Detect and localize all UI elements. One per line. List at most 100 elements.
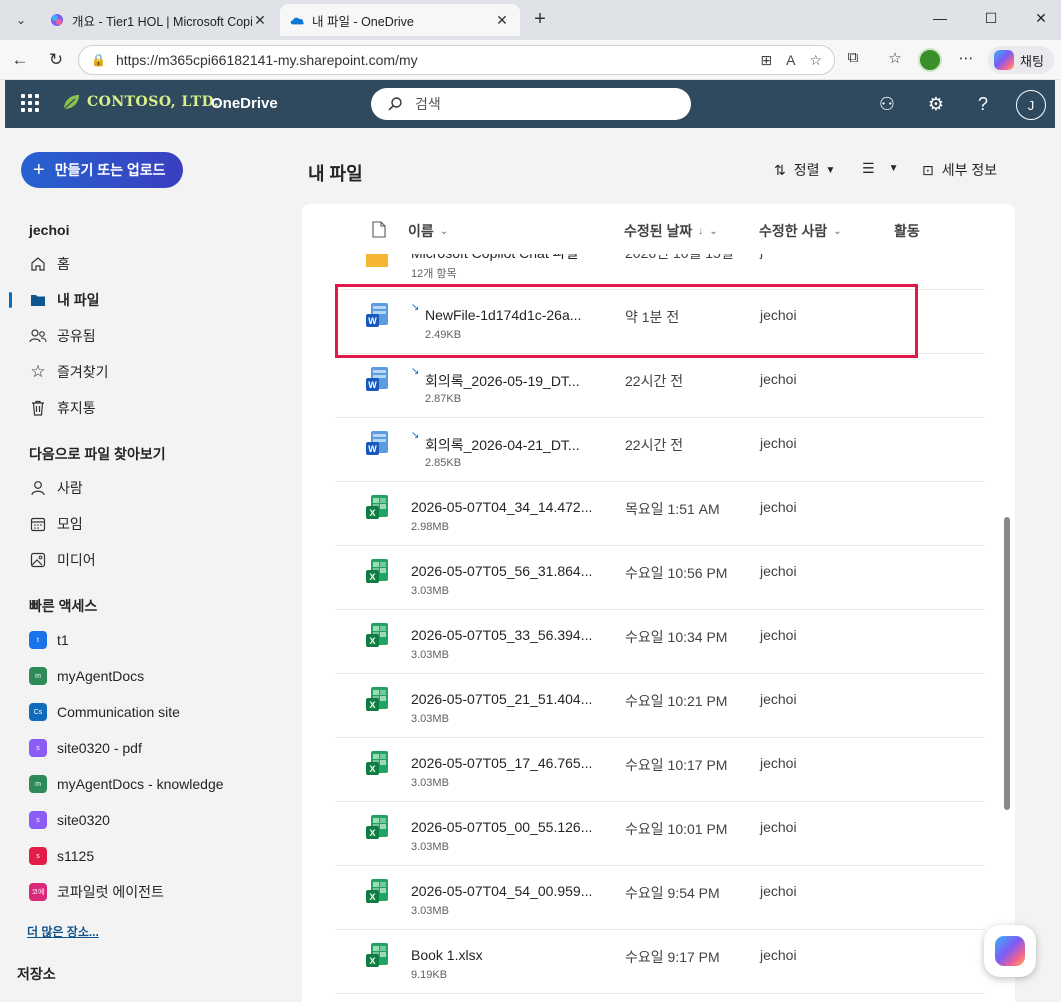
quick-access-site0320[interactable]: s site0320 (29, 808, 110, 832)
extensions-icon[interactable]: ⧉ (842, 49, 864, 66)
table-row[interactable]: W ↘ 회의록_2026-04-21_DT... 2.85KB 22시간 전 jechoi (335, 418, 985, 482)
copilot-favicon-icon (51, 14, 63, 26)
table-row[interactable]: X 2026-05-07T04_34_14.472... 2.98MB 목요일 1:5… (335, 482, 985, 546)
tab-actions-menu-icon[interactable]: ⌄ (8, 7, 34, 33)
help-icon[interactable]: ? (971, 92, 995, 116)
modified-by[interactable]: jechoi (760, 435, 797, 451)
column-header-activity[interactable]: 활동 (894, 221, 920, 241)
file-name[interactable]: 2026-05-07T04_34_14.472... (411, 499, 592, 515)
quick-access-myagentdocs-knowledge[interactable]: m myAgentDocs - knowledge (29, 772, 224, 796)
svg-text:W: W (368, 444, 377, 454)
file-name[interactable]: 2026-05-07T05_33_56.394... (411, 627, 592, 643)
share-feed-icon[interactable]: ⚇ (875, 92, 899, 116)
minimize-icon[interactable]: — (930, 10, 950, 26)
svg-text:X: X (369, 636, 375, 646)
sort-button[interactable]: ⇅ 정렬 ▼ (774, 160, 835, 180)
nav-item-recycle-bin[interactable]: 휴지통 (29, 396, 96, 420)
tab-close-icon[interactable]: ✕ (252, 12, 268, 29)
file-name[interactable]: 2026-05-07T05_56_31.864... (411, 563, 592, 579)
browser-tab-copilot[interactable]: 개요 - Tier1 HOL | Microsoft Copilot ✕ (40, 4, 278, 36)
file-name[interactable]: 회의록_2026-04-21_DT... (425, 435, 580, 455)
browse-files-heading: 다음으로 파일 찾아보기 (29, 446, 166, 462)
modified-by[interactable]: jechoi (760, 819, 797, 835)
table-row[interactable]: X 2026-05-07T05_33_56.394... 3.03MB 수요일 10:… (335, 610, 985, 674)
excel-file-icon: X (365, 686, 389, 714)
browser-tab-onedrive[interactable]: 내 파일 - OneDrive ✕ (280, 4, 520, 36)
settings-gear-icon[interactable]: ⚙ (924, 92, 948, 116)
table-row[interactable]: X Book 1.xlsx 9.19KB 수요일 9:17 PM jechoi (335, 930, 985, 994)
file-name[interactable]: 2026-05-07T05_21_51.404... (411, 691, 592, 707)
modified-date: 수요일 10:56 PM (625, 565, 728, 581)
table-row[interactable]: X 2026-05-07T04_54_00.959... 3.03MB 수요일 9:5… (335, 866, 985, 930)
modified-by[interactable]: jechoi (760, 627, 797, 643)
create-or-upload-button[interactable]: + 만들기 또는 업로드 (21, 152, 183, 188)
modified-by[interactable]: jechoi (760, 883, 797, 899)
nav-item-my-files[interactable]: 내 파일 (29, 288, 100, 312)
quick-access-s1125[interactable]: s s1125 (29, 844, 94, 868)
read-aloud-icon[interactable]: A (786, 52, 795, 68)
new-tab-icon[interactable]: + (528, 8, 552, 31)
nav-item-media[interactable]: 미디어 (29, 548, 96, 572)
avatar[interactable]: J (1016, 90, 1046, 120)
nav-item-people[interactable]: 사람 (29, 476, 83, 500)
refresh-icon[interactable]: ↻ (44, 48, 68, 72)
modified-by[interactable]: jechoi (760, 499, 797, 515)
modified-by[interactable]: jechoi (760, 947, 797, 963)
favorite-star-icon[interactable]: ☆ (809, 52, 822, 69)
file-name[interactable]: 회의록_2026-05-19_DT... (425, 371, 580, 391)
quick-access-t1[interactable]: t t1 (29, 628, 69, 652)
nav-item-home[interactable]: 홈 (29, 252, 70, 276)
file-name[interactable]: 2026-05-07T05_17_46.765... (411, 755, 592, 771)
quick-access-copilot-agent[interactable]: 코에 코파일럿 에이전트 (29, 880, 164, 904)
file-name[interactable]: Microsoft Copilot Chat 파일 (411, 254, 578, 263)
file-type-column-icon[interactable] (372, 221, 386, 238)
column-header-name[interactable]: 이름 ⌄ (408, 221, 448, 241)
copilot-fab-button[interactable] (984, 925, 1036, 977)
column-headers: 이름 ⌄ 수정된 날짜 ↓ ⌄ 수정한 사람 ⌄ 활동 (302, 204, 1015, 254)
copilot-chat-button[interactable]: 채팅 (988, 46, 1054, 74)
tab-close-icon[interactable]: ✕ (494, 12, 510, 29)
url-field[interactable]: 🔒 https://m365cpi66182141-my.sharepoint.… (78, 45, 835, 75)
column-header-modified[interactable]: 수정된 날짜 ↓ ⌄ (624, 221, 718, 241)
table-row[interactable]: X 2026-05-07T05_00_55.126... 3.03MB 수요일 10:… (335, 802, 985, 866)
quick-access-site0320-pdf[interactable]: s site0320 - pdf (29, 736, 142, 760)
file-name[interactable]: 2026-05-07T04_54_00.959... (411, 883, 592, 899)
more-places-link[interactable]: 더 많은 장소... (27, 923, 99, 940)
modified-by[interactable]: jechoi (760, 563, 797, 579)
view-options-button[interactable]: ☰ ▼ (862, 160, 898, 177)
onedrive-favicon-icon (290, 17, 304, 25)
app-launcher-icon[interactable] (21, 94, 39, 112)
file-name[interactable]: Book 1.xlsx (411, 947, 483, 963)
table-row[interactable]: X 2026-05-07T05_21_51.404... 3.03MB 수요일 10:… (335, 674, 985, 738)
profile-icon[interactable] (918, 48, 942, 72)
org-logo[interactable]: CONTOSO, LTD. (61, 92, 219, 112)
table-row[interactable]: X 2026-05-07T05_17_46.765... 3.03MB 수요일 10:… (335, 738, 985, 802)
modified-by[interactable]: jechoi (760, 755, 797, 771)
scrollbar-thumb[interactable] (1004, 517, 1010, 810)
nav-item-favorites[interactable]: ☆ 즐겨찾기 (29, 360, 108, 384)
modified-date: 수요일 10:01 PM (625, 821, 728, 837)
close-window-icon[interactable]: ✕ (1031, 10, 1051, 27)
trash-icon (29, 399, 47, 417)
quick-access-myagentdocs[interactable]: m myAgentDocs (29, 664, 144, 688)
more-options-icon[interactable]: ⋯ (955, 49, 977, 67)
file-name[interactable]: 2026-05-07T05_00_55.126... (411, 819, 592, 835)
tab-title: 개요 - Tier1 HOL | Microsoft Copilot (72, 14, 252, 29)
details-pane-button[interactable]: ⊡ 세부 정보 (922, 160, 997, 180)
favorites-icon[interactable]: ☆ (884, 49, 906, 67)
column-header-modified-by[interactable]: 수정한 사람 ⌄ (759, 221, 842, 241)
app-name[interactable]: OneDrive (211, 95, 278, 112)
quick-access-communication-site[interactable]: Cs Communication site (29, 700, 180, 724)
nav-item-shared[interactable]: 공유됨 (29, 324, 96, 348)
site-info-icon[interactable]: 🔒 (91, 53, 106, 67)
search-box[interactable]: 검색 (371, 88, 691, 120)
modified-by[interactable]: jechoi (760, 691, 797, 707)
maximize-icon[interactable]: ☐ (981, 10, 1001, 27)
nav-item-meetings[interactable]: 모임 (29, 512, 83, 536)
table-row[interactable]: W ↘ 회의록_2026-05-19_DT... 2.87KB 22시간 전 jechoi (335, 354, 985, 418)
table-row[interactable]: X 2026-05-07T05_56_31.864... 3.03MB 수요일 10:… (335, 546, 985, 610)
modified-by[interactable]: jechoi (760, 371, 797, 387)
back-icon[interactable]: ← (8, 48, 32, 72)
svg-text:X: X (369, 572, 375, 582)
app-available-icon[interactable]: ⊞ (760, 52, 772, 69)
